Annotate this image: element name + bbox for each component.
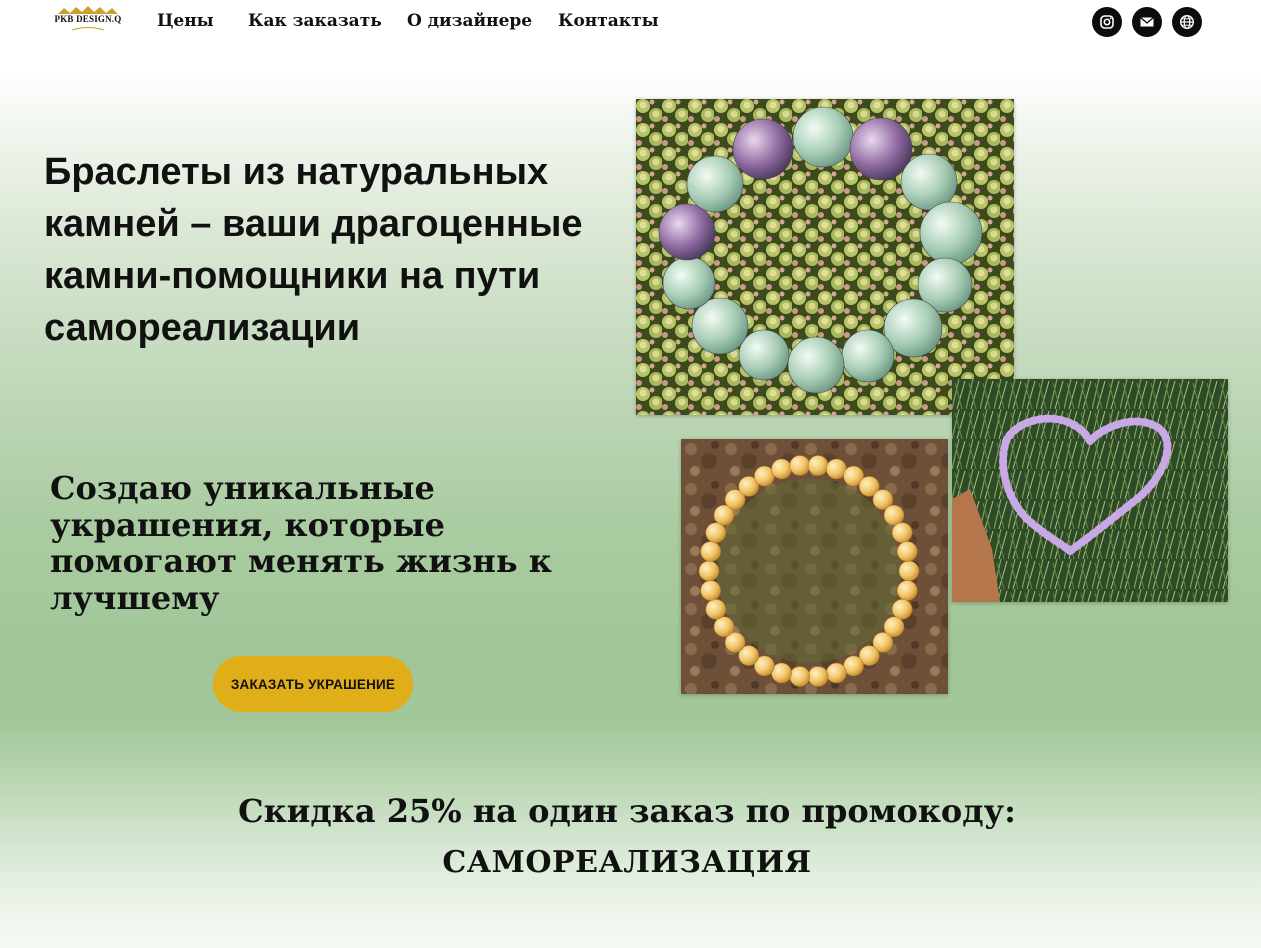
- fluorite-bracelet-photo: [636, 99, 1014, 415]
- instagram-icon: [1100, 15, 1114, 29]
- website-button[interactable]: [1172, 7, 1202, 37]
- instagram-button[interactable]: [1092, 7, 1122, 37]
- mail-icon: [1140, 17, 1154, 27]
- promo-code-text: САМОРЕАЛИЗАЦИЯ: [442, 845, 812, 880]
- promo-discount-text: Скидка 25% на один заказ по промокоду:: [238, 792, 1016, 830]
- order-jewelry-button[interactable]: ЗАКАЗАТЬ УКРАШЕНИЕ: [213, 656, 413, 712]
- hero-title: Браслеты из натуральных камней – ваши др…: [44, 151, 583, 349]
- mail-button[interactable]: [1132, 7, 1162, 37]
- hero-subtitle: Создаю уникальные украшения, которые пом…: [50, 469, 552, 617]
- nav-link-about-designer[interactable]: О дизайнере: [407, 11, 532, 31]
- nav-link-how-to-order[interactable]: Как заказать: [248, 11, 382, 31]
- globe-icon: [1179, 14, 1195, 30]
- nav-link-prices[interactable]: Цены: [157, 11, 214, 31]
- nav-link-contacts[interactable]: Контакты: [558, 11, 659, 31]
- yellow-bracelet-photo: [681, 439, 948, 694]
- heart-bracelet-photo: [952, 379, 1228, 602]
- logo-text: PKB DESIGN.Q: [54, 14, 122, 24]
- top-nav: PKB DESIGN.Q Цены Как заказать О дизайне…: [0, 0, 1261, 45]
- logo[interactable]: PKB DESIGN.Q: [50, 6, 126, 34]
